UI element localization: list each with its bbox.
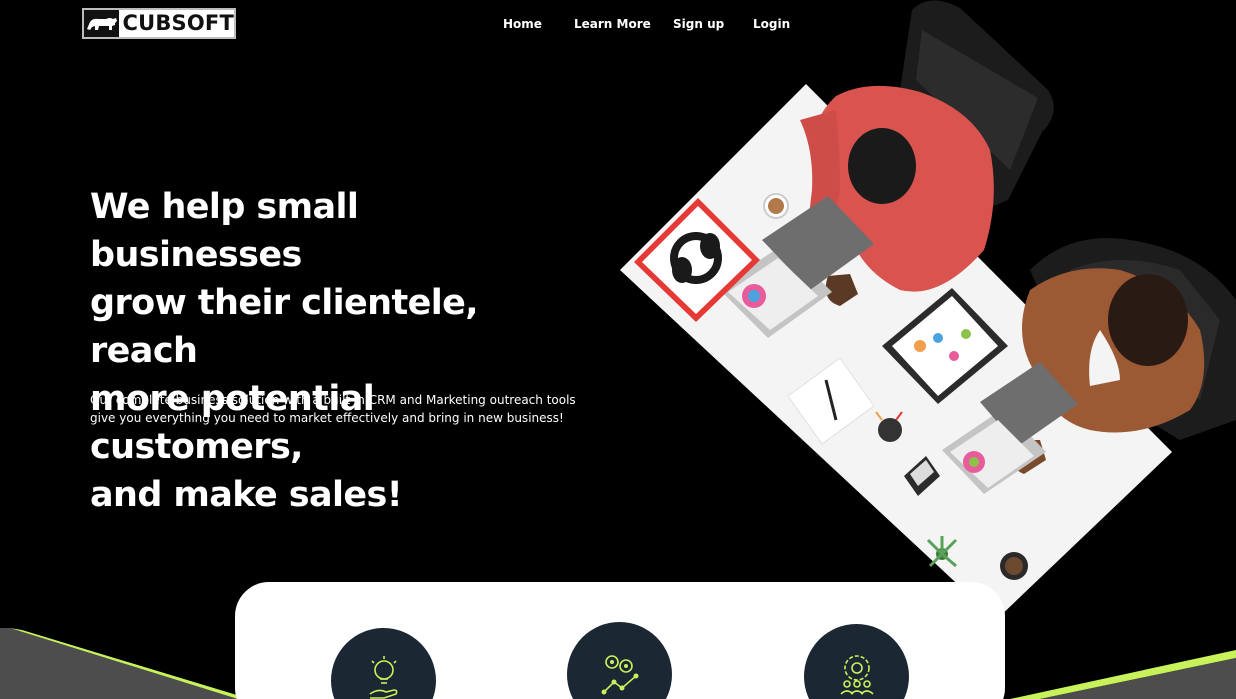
hero-headline: We help small businesses grow their clie… xyxy=(90,183,570,519)
hero-subtext: Our complete business solution with a bu… xyxy=(90,391,580,427)
feature-item[interactable] xyxy=(331,628,436,699)
subtext-line: give you everything you need to market e… xyxy=(90,411,564,425)
headline-line: We help small businesses xyxy=(90,187,359,275)
feature-item[interactable] xyxy=(567,622,672,699)
hero-image xyxy=(620,0,1236,620)
headline-line: and make sales! xyxy=(90,475,403,515)
headline-line: grow their clientele, reach xyxy=(90,283,479,371)
nav-home[interactable]: Home xyxy=(503,16,542,32)
subtext-line: Our complete business solution with a bu… xyxy=(90,393,576,407)
feature-item[interactable] xyxy=(804,624,909,699)
features-card xyxy=(235,582,1005,699)
gears-growth-icon xyxy=(601,655,638,695)
team-gear-icon xyxy=(839,655,874,695)
lightbulb-hand-icon xyxy=(369,656,397,699)
